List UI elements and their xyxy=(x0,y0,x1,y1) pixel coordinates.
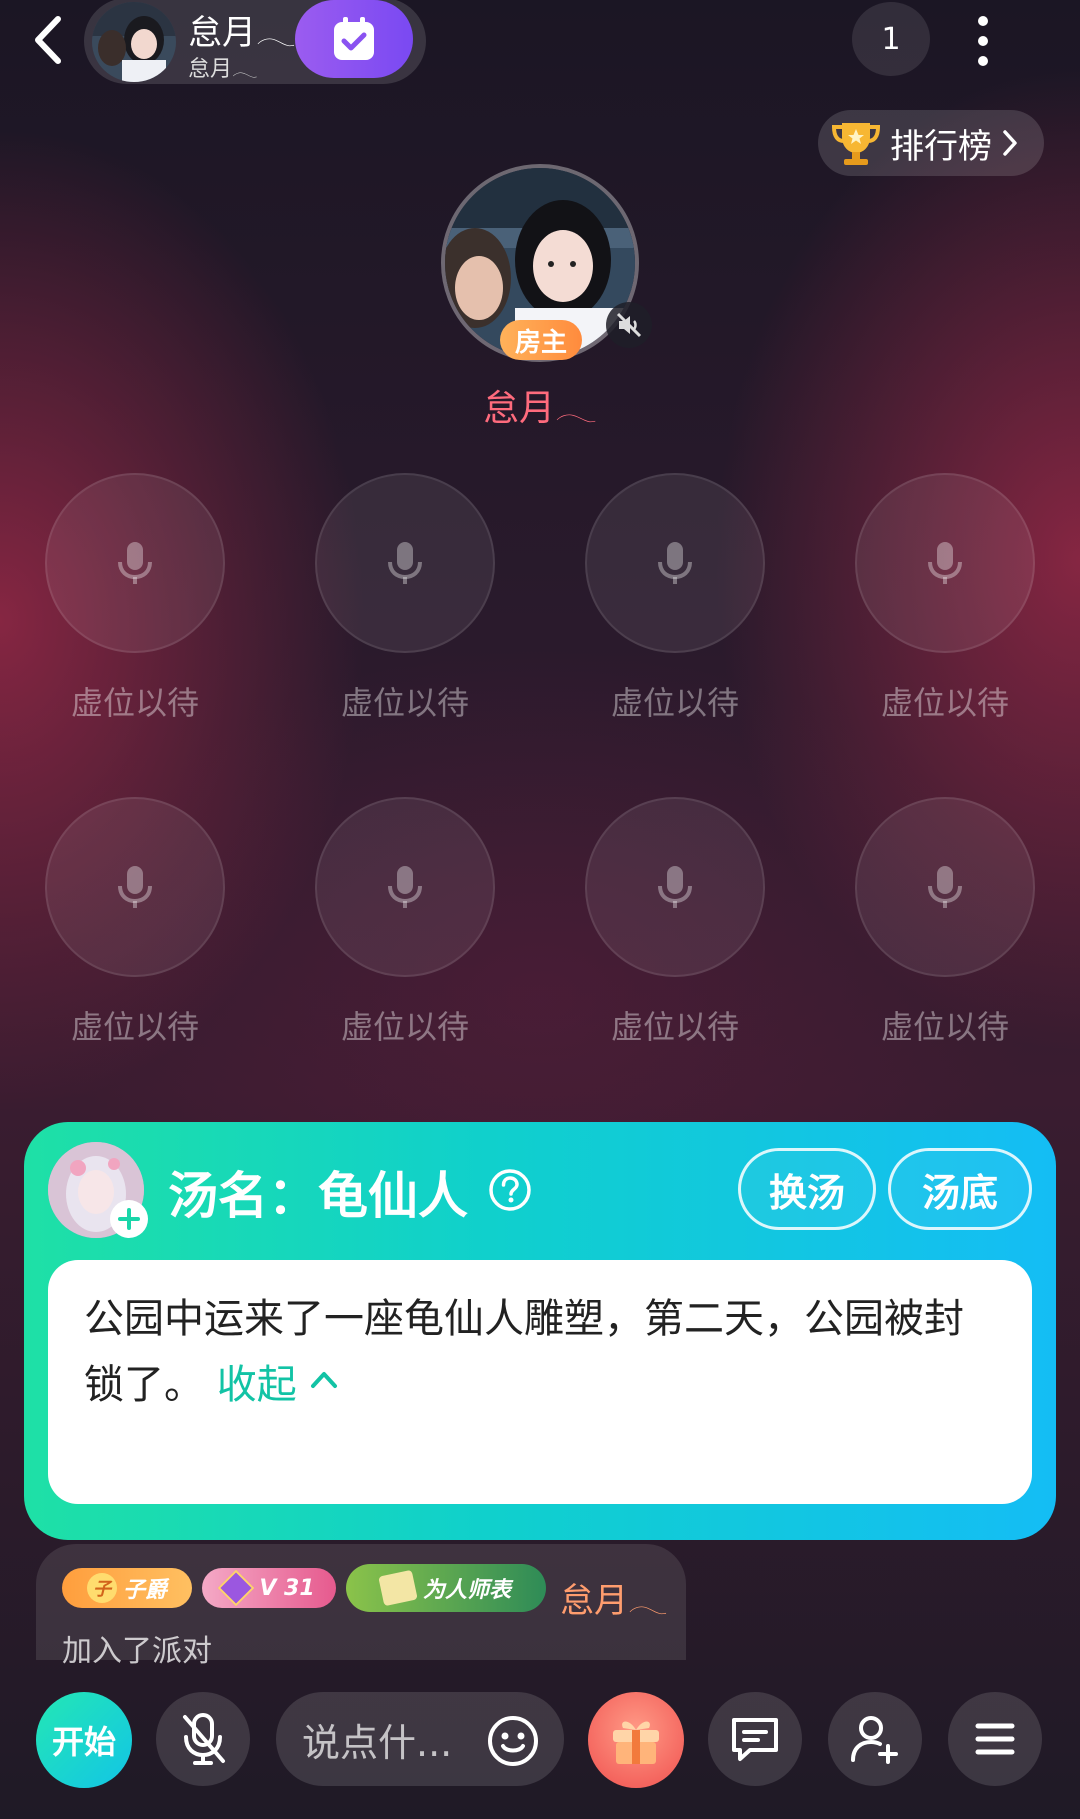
room-avatar[interactable] xyxy=(92,2,176,82)
invite-user-button[interactable] xyxy=(828,1692,922,1786)
seat-3-label: 虚位以待 xyxy=(610,684,739,722)
message-icon xyxy=(732,1718,778,1761)
book-icon xyxy=(378,1569,418,1607)
calendar-check-icon xyxy=(334,17,374,60)
microphone-icon xyxy=(118,866,152,908)
noble-badge-label: 子爵 xyxy=(122,1578,167,1603)
host-badge: 房主 xyxy=(500,320,582,360)
reveal-answer-button[interactable]: 汤底 xyxy=(888,1148,1032,1230)
mic-toggle-button[interactable] xyxy=(156,1692,250,1786)
help-icon[interactable] xyxy=(487,1167,533,1213)
collapse-link[interactable]: 收起 xyxy=(217,1362,340,1408)
gift-button[interactable] xyxy=(588,1692,684,1788)
seat-2[interactable] xyxy=(315,473,495,653)
leaderboard-label: 排行榜 xyxy=(890,126,992,167)
noble-badge-icon: 子 xyxy=(86,1573,117,1603)
seat-1-label: 虚位以待 xyxy=(70,684,199,722)
emoji-button[interactable] xyxy=(486,1714,540,1768)
microphone-icon xyxy=(928,866,962,908)
checkin-button[interactable] xyxy=(295,0,413,78)
seat-5[interactable] xyxy=(45,797,225,977)
chevron-right-icon xyxy=(1003,130,1017,156)
seat-3[interactable] xyxy=(585,473,765,653)
microphone-icon xyxy=(118,542,152,584)
menu-button[interactable] xyxy=(948,1692,1042,1786)
seat-5-label: 虚位以待 xyxy=(70,1008,199,1046)
follow-plus-icon[interactable] xyxy=(110,1200,148,1238)
microphone-icon xyxy=(658,542,692,584)
microphone-icon xyxy=(928,542,962,584)
seat-7[interactable] xyxy=(585,797,765,977)
online-count[interactable]: 1 xyxy=(852,2,930,76)
hamburger-menu-icon xyxy=(975,1723,1015,1755)
seat-6[interactable] xyxy=(315,797,495,977)
start-game-button[interactable]: 开始 xyxy=(36,1692,132,1788)
vip-badge: V 31 xyxy=(202,1568,336,1608)
seat-7-label: 虚位以待 xyxy=(610,1008,739,1046)
leaderboard-button[interactable]: 排行榜 xyxy=(818,110,1044,176)
messages-button[interactable] xyxy=(708,1692,802,1786)
room-subtitle: 怠月𓂃 xyxy=(188,57,258,82)
seat-8-label: 虚位以待 xyxy=(880,1008,1009,1046)
noble-badge: 子 子爵 xyxy=(62,1568,192,1608)
seat-2-label: 虚位以待 xyxy=(340,684,469,722)
add-user-icon xyxy=(851,1716,898,1764)
title-badge: 为人师表 xyxy=(346,1564,546,1612)
gift-icon xyxy=(613,1721,659,1764)
seat-6-label: 虚位以待 xyxy=(340,1008,469,1046)
back-button[interactable] xyxy=(22,12,72,68)
emoji-icon xyxy=(488,1716,538,1766)
vip-badge-label: V 31 xyxy=(259,1575,315,1601)
chat-username[interactable]: 怠月𓂃 xyxy=(560,1568,668,1624)
change-soup-button[interactable]: 换汤 xyxy=(738,1148,876,1230)
microphone-icon xyxy=(388,866,422,908)
more-menu-button[interactable] xyxy=(958,8,1008,74)
soup-description-box: 公园中运来了一座龟仙人雕塑，第二天，公园被封锁了。 收起 xyxy=(48,1260,1032,1504)
collapse-label: 收起 xyxy=(216,1362,297,1408)
chat-text: 加入了派对 xyxy=(62,1634,212,1669)
chevron-left-icon xyxy=(35,16,61,64)
more-vertical-icon xyxy=(978,16,988,66)
microphone-icon xyxy=(388,542,422,584)
seat-8[interactable] xyxy=(855,797,1035,977)
seat-4[interactable] xyxy=(855,473,1035,653)
host-name: 怠月𓂃 xyxy=(482,388,598,429)
trophy-icon xyxy=(831,123,881,165)
mic-off-icon xyxy=(183,1713,225,1765)
chat-input-placeholder: 说点什... xyxy=(302,1720,453,1765)
microphone-icon xyxy=(658,866,692,908)
mic-muted-icon xyxy=(606,302,652,348)
soup-title: 汤名：龟仙人 xyxy=(168,1167,468,1225)
seat-4-label: 虚位以待 xyxy=(880,684,1009,722)
title-badge-label: 为人师表 xyxy=(422,1578,511,1603)
seat-1[interactable] xyxy=(45,473,225,653)
chevron-up-icon xyxy=(311,1372,338,1388)
gem-icon xyxy=(217,1569,255,1607)
